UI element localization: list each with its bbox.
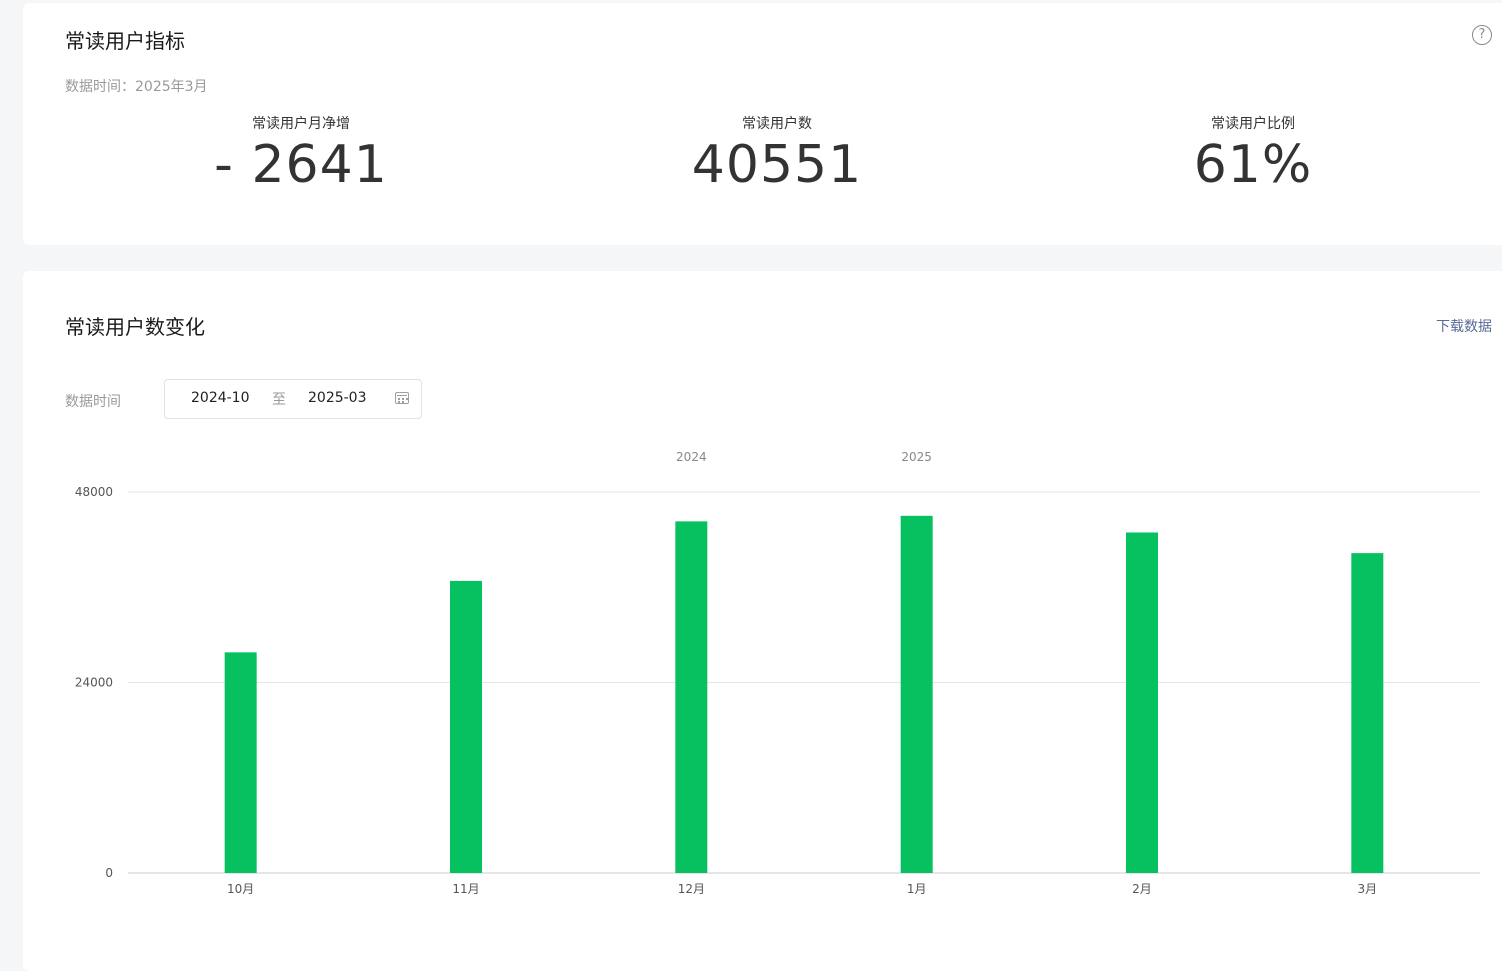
x-tick-label: 2月 (1132, 882, 1152, 896)
x-tick-label: 10月 (227, 882, 254, 896)
y-tick-label: 48000 (75, 485, 113, 499)
bar (1351, 553, 1384, 873)
user-count-bar-chart: 0 24000 48000 10月 11月 12月 1月 2月 3月 2024 2025 (75, 450, 1480, 896)
x-tick-label: 3月 (1358, 882, 1378, 896)
bar (1126, 532, 1158, 873)
bar (224, 652, 257, 873)
y-tick-label: 0 (105, 866, 113, 880)
bar (675, 521, 708, 873)
x-tick-label: 11月 (452, 882, 479, 896)
year-label: 2024 (676, 450, 707, 464)
x-tick-label: 1月 (907, 882, 927, 896)
y-tick-label: 24000 (75, 676, 113, 690)
bar (450, 580, 482, 873)
year-label: 2025 (901, 450, 932, 464)
x-tick-label: 12月 (678, 882, 705, 896)
bar (900, 515, 933, 873)
